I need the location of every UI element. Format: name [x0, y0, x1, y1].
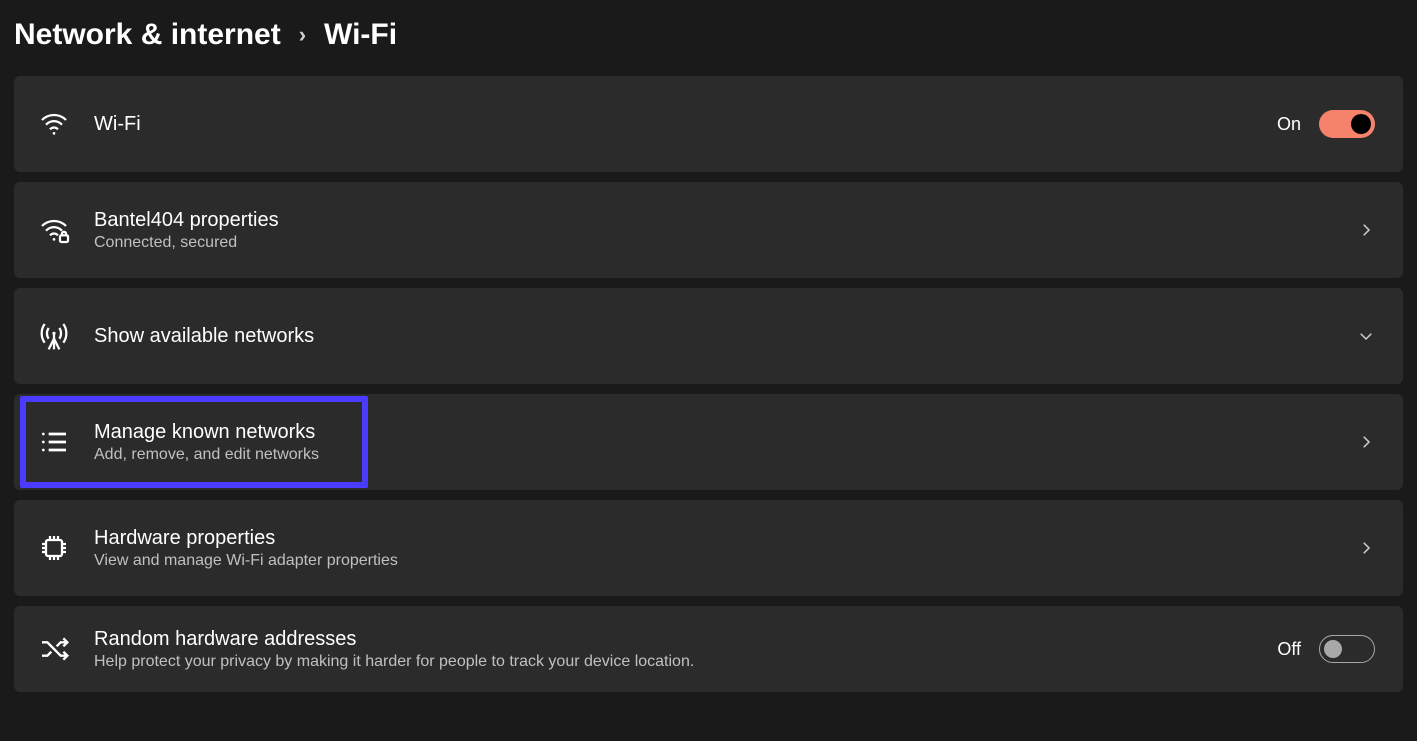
chip-icon: [38, 532, 94, 564]
random-hw-state-label: Off: [1277, 639, 1301, 660]
chevron-right-icon: [1357, 433, 1375, 451]
hardware-title: Hardware properties: [94, 527, 1357, 550]
antenna-icon: [38, 320, 94, 352]
wifi-secured-icon: [38, 214, 94, 246]
chevron-down-icon: [1357, 327, 1375, 345]
current-network-row[interactable]: Bantel404 properties Connected, secured: [14, 182, 1403, 278]
random-hw-subtitle: Help protect your privacy by making it h…: [94, 653, 1277, 671]
settings-list: Wi-Fi On Bantel404 properties Connected,…: [0, 76, 1417, 692]
wifi-toggle[interactable]: [1319, 110, 1375, 138]
manage-known-subtitle: Add, remove, and edit networks: [94, 446, 1357, 464]
wifi-title: Wi-Fi: [94, 113, 1277, 136]
show-available-title: Show available networks: [94, 325, 1357, 348]
hardware-subtitle: View and manage Wi-Fi adapter properties: [94, 552, 1357, 570]
current-network-title: Bantel404 properties: [94, 209, 1357, 232]
shuffle-icon: [38, 633, 94, 665]
chevron-right-icon: [1357, 539, 1375, 557]
hardware-properties-row[interactable]: Hardware properties View and manage Wi-F…: [14, 500, 1403, 596]
current-network-subtitle: Connected, secured: [94, 234, 1357, 252]
random-hw-toggle[interactable]: [1319, 635, 1375, 663]
wifi-toggle-state-label: On: [1277, 114, 1301, 135]
breadcrumb-parent[interactable]: Network & internet: [14, 18, 281, 52]
chevron-right-icon: ›: [299, 22, 306, 48]
random-hw-title: Random hardware addresses: [94, 628, 1277, 651]
manage-known-networks-row[interactable]: Manage known networks Add, remove, and e…: [14, 394, 1403, 490]
wifi-toggle-row: Wi-Fi On: [14, 76, 1403, 172]
random-hardware-row: Random hardware addresses Help protect y…: [14, 606, 1403, 692]
show-available-networks-row[interactable]: Show available networks: [14, 288, 1403, 384]
wifi-icon: [38, 108, 94, 140]
list-icon: [38, 426, 94, 458]
breadcrumb-current: Wi-Fi: [324, 18, 397, 52]
chevron-right-icon: [1357, 221, 1375, 239]
breadcrumb: Network & internet › Wi-Fi: [0, 0, 1417, 76]
manage-known-title: Manage known networks: [94, 421, 1357, 444]
